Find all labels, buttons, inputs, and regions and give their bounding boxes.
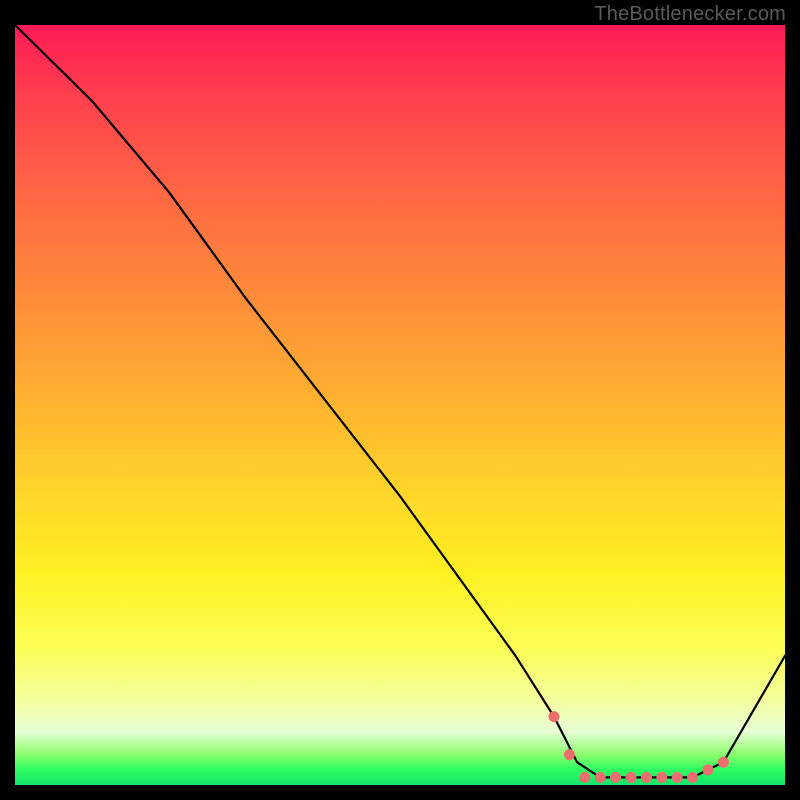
curve-marker — [564, 749, 575, 760]
attribution-text: TheBottlenecker.com — [594, 3, 786, 26]
curve-line — [15, 25, 785, 777]
curve-marker — [626, 772, 637, 783]
curve-marker — [610, 772, 621, 783]
curve-marker — [703, 764, 714, 775]
bottleneck-curve — [15, 25, 785, 777]
curve-marker — [579, 772, 590, 783]
chart-svg — [15, 25, 785, 785]
curve-marker — [672, 772, 683, 783]
curve-marker — [549, 711, 560, 722]
curve-marker — [687, 772, 698, 783]
curve-marker — [595, 772, 606, 783]
plot-area — [15, 25, 785, 785]
curve-marker — [656, 772, 667, 783]
curve-marker — [641, 772, 652, 783]
curve-marker — [718, 757, 729, 768]
chart-stage: TheBottlenecker.com — [0, 0, 800, 800]
